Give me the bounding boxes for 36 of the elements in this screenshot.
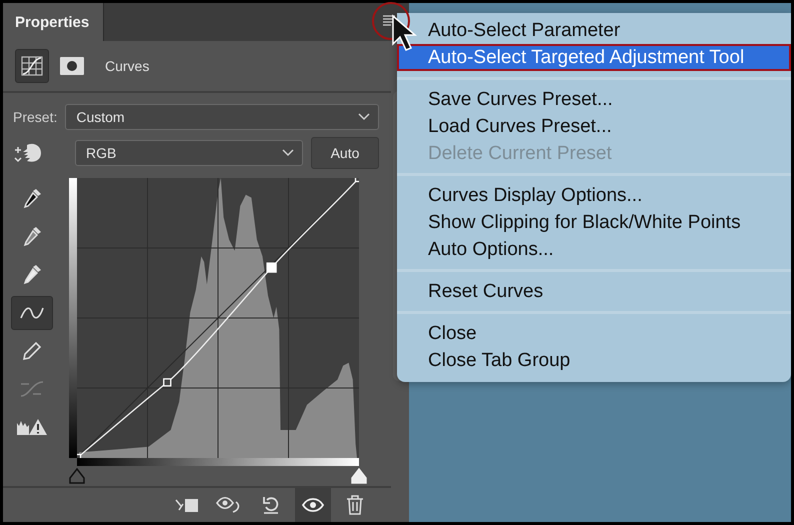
eyedropper-icon: [21, 187, 43, 211]
pencil-icon: [21, 340, 43, 362]
menu-item[interactable]: Close Tab Group: [397, 347, 791, 374]
menu-item[interactable]: Save Curves Preset...: [397, 86, 791, 113]
eyedropper-icon: [21, 263, 43, 287]
trash-icon: [346, 495, 364, 515]
menu-item[interactable]: Reset Curves: [397, 278, 791, 305]
preset-dropdown[interactable]: Custom: [65, 104, 379, 130]
chevron-down-icon: [358, 113, 370, 122]
panel-tab[interactable]: Properties: [3, 3, 104, 41]
menu-item[interactable]: Curves Display Options...: [397, 182, 791, 209]
channel-dropdown[interactable]: RGB: [75, 140, 303, 166]
footer-button[interactable]: [295, 488, 331, 522]
menu-item[interactable]: Auto Options...: [397, 236, 791, 263]
eyedropper-icon: [21, 225, 43, 249]
mouse-pointer-icon: [391, 14, 419, 52]
menu-item[interactable]: Show Clipping for Black/White Points: [397, 209, 791, 236]
auto-button[interactable]: Auto: [311, 136, 379, 169]
clipping-warning-icon: [16, 417, 48, 437]
preset-label: Preset:: [13, 109, 58, 126]
smooth-icon: [19, 378, 45, 400]
curves-grid-icon: [20, 55, 44, 78]
clip-to-layer-icon: [175, 496, 199, 514]
curves-tool-button[interactable]: [11, 296, 53, 330]
mask-icon: [60, 57, 84, 76]
eye-arrow-icon: [216, 496, 242, 514]
adjustment-mode-button[interactable]: [15, 49, 49, 84]
reset-icon: [261, 495, 281, 515]
menu-item[interactable]: Auto-Select Targeted Adjustment Tool: [397, 44, 791, 71]
input-level-slider[interactable]: [69, 468, 85, 484]
curve-icon: [19, 305, 45, 321]
adjustment-title: Curves: [105, 58, 150, 74]
menu-item[interactable]: Close: [397, 320, 791, 347]
eye-icon: [302, 498, 324, 512]
chevron-down-icon: [282, 148, 294, 157]
menu-item[interactable]: Load Curves Preset...: [397, 113, 791, 140]
